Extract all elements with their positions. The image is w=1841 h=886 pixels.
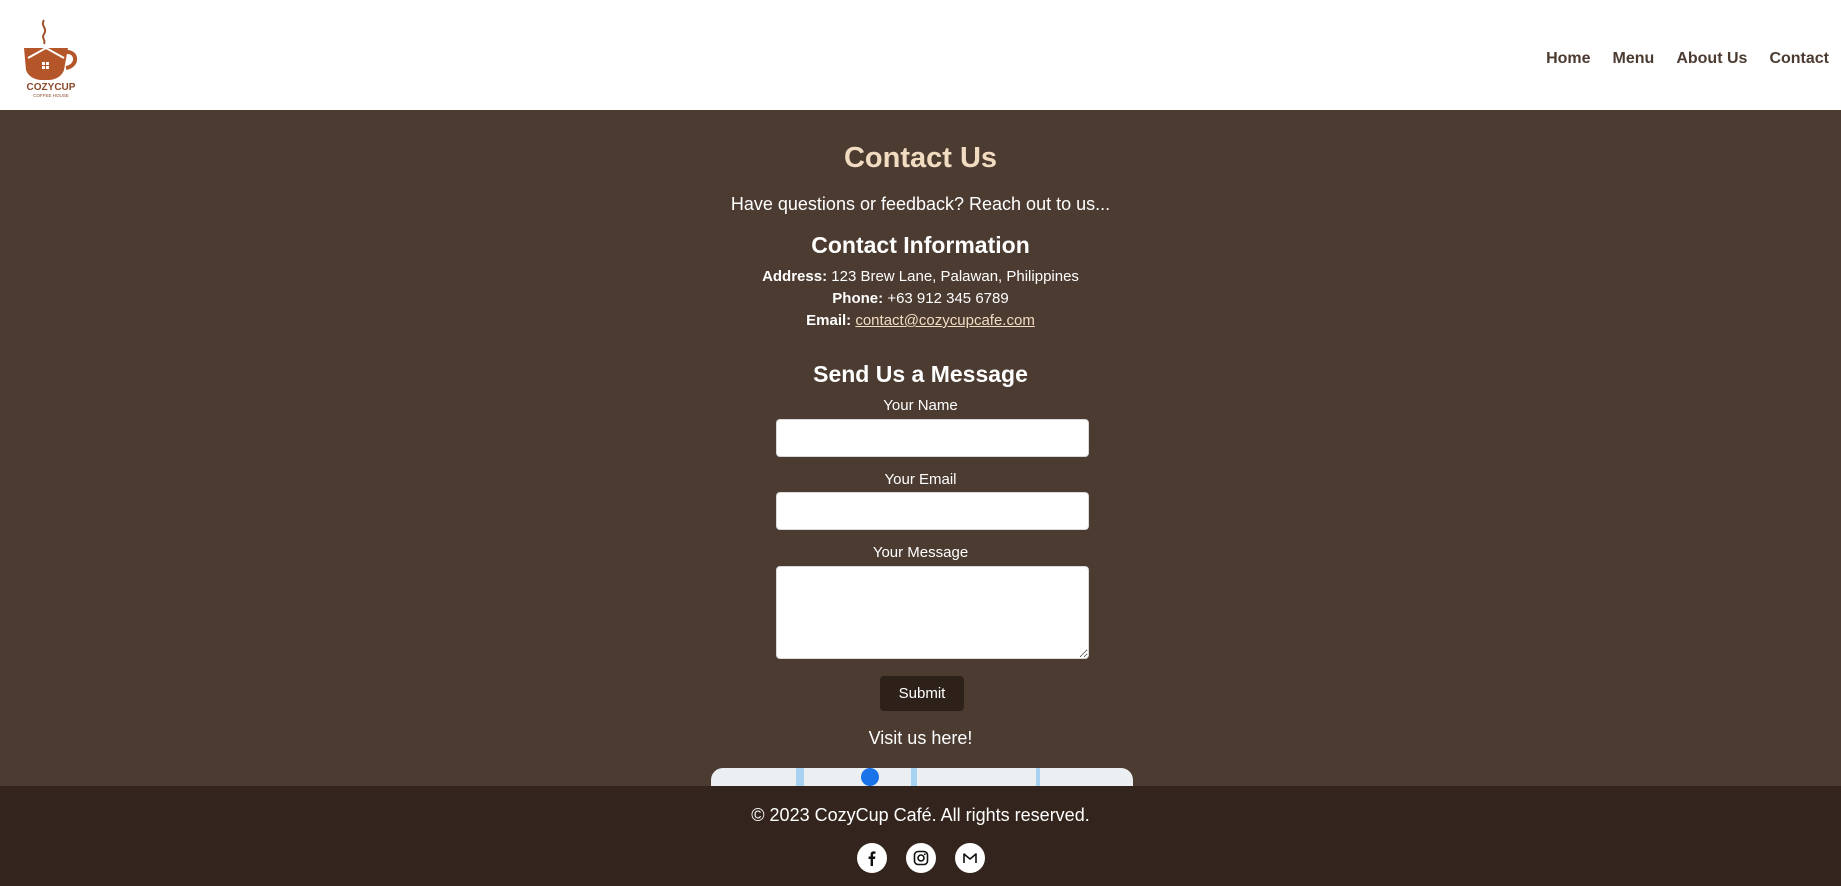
phone-value: +63 912 345 6789 bbox=[887, 290, 1009, 307]
address-label: Address: bbox=[762, 268, 828, 285]
nav-home[interactable]: Home bbox=[1546, 50, 1590, 68]
logo-subtext: COFFEE HOUSE bbox=[33, 93, 69, 98]
map-road bbox=[1036, 768, 1040, 786]
nav-contact[interactable]: Contact bbox=[1769, 50, 1829, 68]
phone-line: Phone: +63 912 345 6789 bbox=[0, 290, 1841, 307]
main-nav: Home Menu About Us Contact bbox=[1546, 50, 1829, 68]
address-value: 123 Brew Lane, Palawan, Philippines bbox=[831, 268, 1079, 285]
contact-info-title: Contact Information bbox=[811, 232, 1030, 258]
email-line: Email: contact@cozycupcafe.com bbox=[0, 312, 1841, 329]
email-label: Email: bbox=[806, 312, 852, 329]
copyright-text: © 2023 CozyCup Café. All rights reserved… bbox=[751, 805, 1090, 825]
email-field[interactable] bbox=[776, 492, 1089, 530]
logo-text: COZYCUP bbox=[27, 82, 76, 93]
instagram-icon[interactable] bbox=[905, 843, 936, 873]
name-field[interactable] bbox=[776, 419, 1089, 457]
page-title: Contact Us bbox=[843, 142, 998, 174]
submit-button[interactable]: Submit bbox=[880, 676, 964, 711]
message-form-title: Send Us a Message bbox=[813, 361, 1028, 387]
name-label: Your Name bbox=[883, 397, 958, 414]
nav-menu[interactable]: Menu bbox=[1613, 50, 1655, 68]
email-link[interactable]: contact@cozycupcafe.com bbox=[855, 312, 1034, 329]
map-pin-icon bbox=[861, 768, 879, 786]
navbar: COZYCUP COFFEE HOUSE Home Menu About Us … bbox=[0, 0, 1841, 110]
facebook-icon[interactable] bbox=[856, 843, 887, 873]
map-road bbox=[911, 768, 917, 786]
cozycup-logo[interactable]: COZYCUP COFFEE HOUSE bbox=[20, 18, 82, 98]
nav-about-us[interactable]: About Us bbox=[1676, 50, 1747, 68]
contact-section: Contact Us Have questions or feedback? R… bbox=[0, 110, 1841, 786]
contact-intro: Have questions or feedback? Reach out to… bbox=[730, 194, 1111, 214]
location-map[interactable] bbox=[711, 768, 1133, 786]
social-links bbox=[0, 843, 1841, 873]
footer: © 2023 CozyCup Café. All rights reserved… bbox=[0, 786, 1841, 886]
email-field-label: Your Email bbox=[884, 471, 957, 488]
message-field[interactable] bbox=[776, 566, 1089, 659]
visit-label: Visit us here! bbox=[868, 728, 973, 748]
address-line: Address: 123 Brew Lane, Palawan, Philipp… bbox=[0, 268, 1841, 285]
message-label: Your Message bbox=[872, 544, 969, 561]
map-road bbox=[796, 768, 804, 786]
gmail-icon[interactable] bbox=[954, 843, 985, 873]
phone-label: Phone: bbox=[832, 290, 884, 307]
